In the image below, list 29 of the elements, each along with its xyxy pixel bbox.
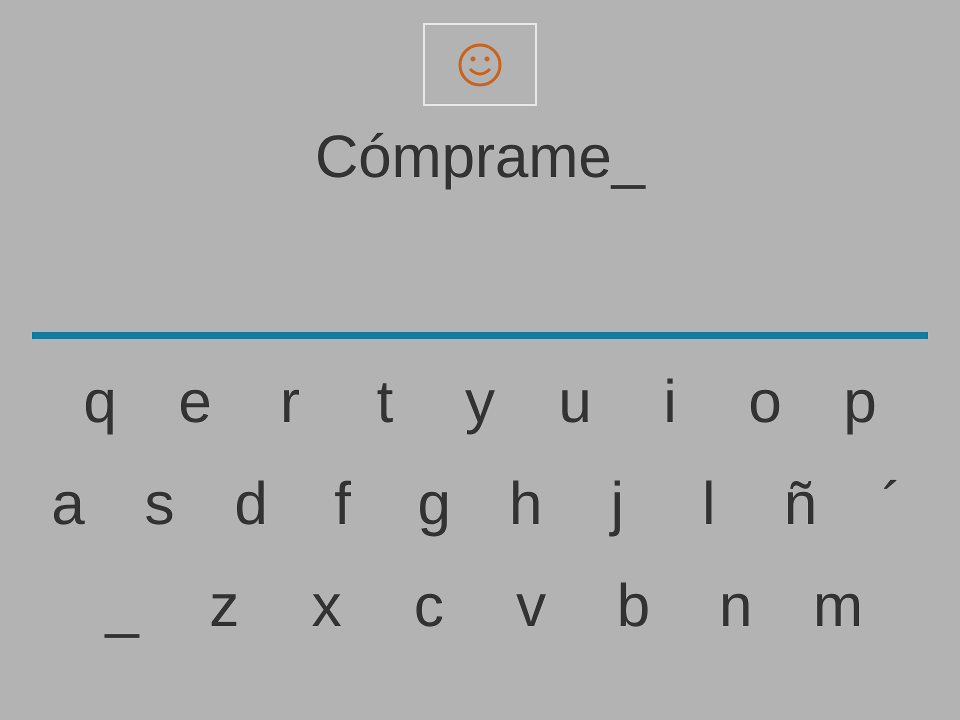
key-button[interactable]: b — [603, 571, 664, 641]
key-button[interactable]: f — [312, 469, 373, 539]
key-button[interactable]: m — [808, 571, 868, 641]
key-button[interactable]: i — [640, 367, 700, 437]
key-button[interactable]: j — [587, 469, 648, 539]
key-button[interactable]: x — [296, 571, 357, 641]
key-button[interactable]: z — [194, 571, 254, 641]
key-button[interactable]: p — [830, 367, 890, 437]
key-button[interactable]: v — [501, 571, 562, 641]
key-button[interactable]: s — [130, 469, 190, 539]
key-button[interactable]: o — [735, 367, 795, 437]
key-button[interactable]: _ — [92, 571, 152, 641]
key-button[interactable]: l — [678, 469, 739, 539]
key-button[interactable]: a — [38, 469, 98, 539]
key-button[interactable]: c — [398, 571, 459, 641]
key-button[interactable]: ´ — [862, 469, 922, 539]
key-button[interactable]: d — [221, 469, 282, 539]
key-button[interactable]: q — [70, 367, 130, 437]
key-button[interactable]: n — [706, 571, 766, 641]
key-button[interactable]: h — [496, 469, 556, 539]
key-button[interactable]: ñ — [770, 469, 830, 539]
word-text: Cómprame_ — [314, 122, 646, 192]
key-button[interactable]: e — [165, 367, 225, 437]
key-button[interactable]: y — [450, 367, 510, 437]
key-button[interactable]: g — [404, 469, 464, 539]
key-button[interactable]: u — [545, 367, 605, 437]
smiley-icon — [457, 42, 503, 88]
key-button[interactable]: r — [260, 367, 320, 437]
key-button[interactable]: t — [355, 367, 415, 437]
